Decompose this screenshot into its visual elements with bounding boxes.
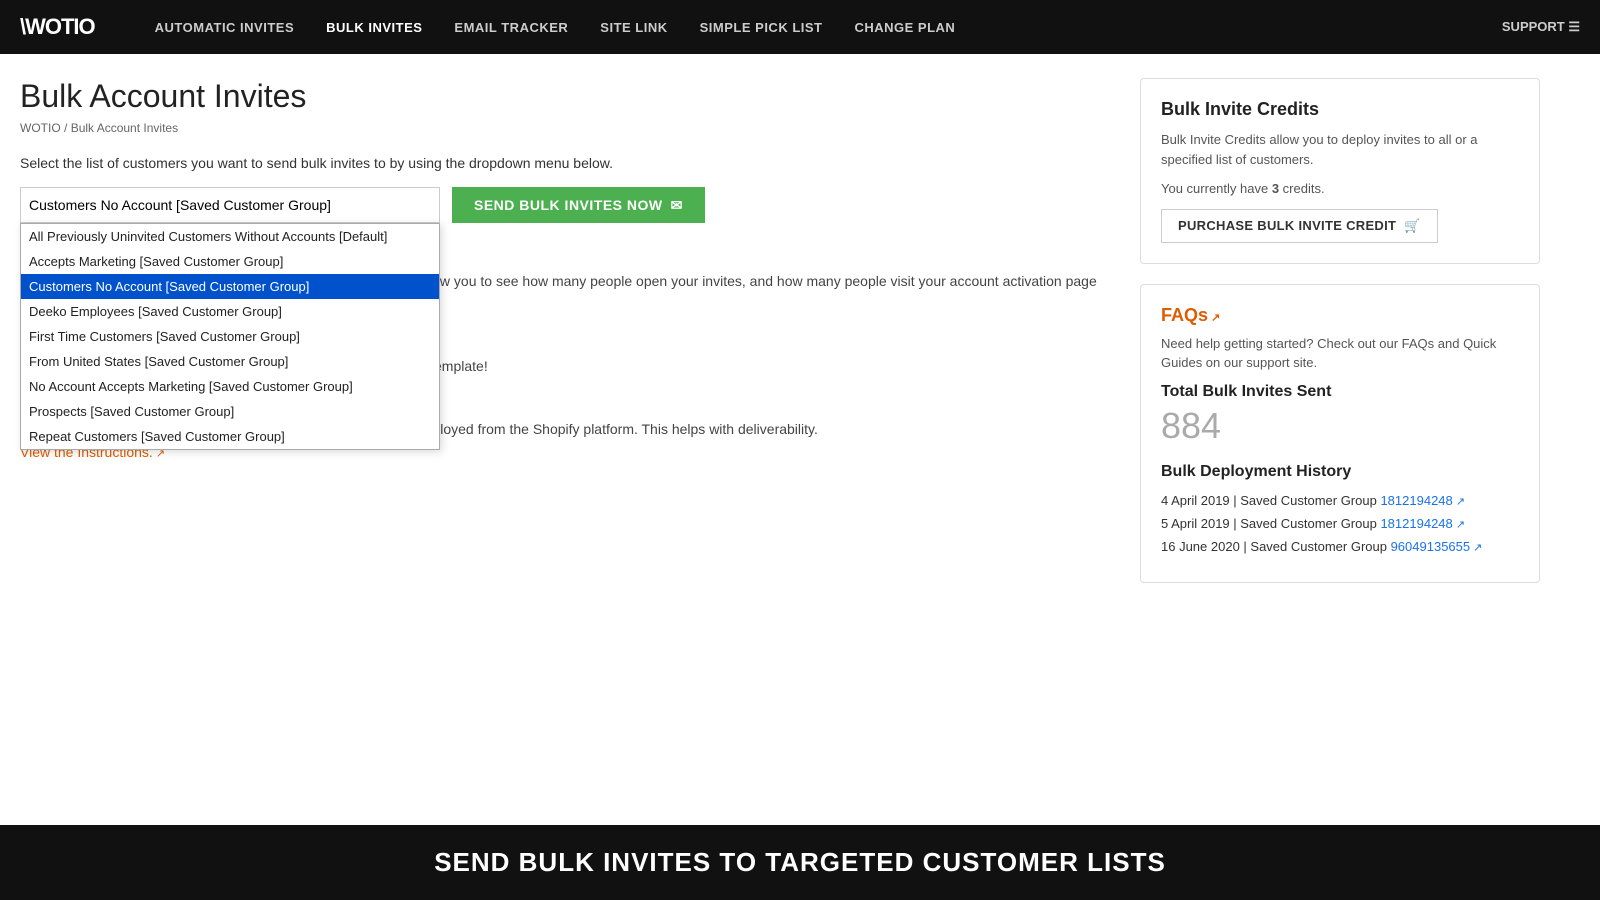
nav-item-email-tracker[interactable]: EMAIL TRACKER — [454, 19, 568, 35]
sidebar: Bulk Invite Credits Bulk Invite Credits … — [1140, 78, 1540, 603]
nav-item-site-link[interactable]: SITE LINK — [600, 19, 667, 35]
description-text: Select the list of customers you want to… — [20, 155, 1110, 171]
navigation: \WOTIO AUTOMATIC INVITES BULK INVITES EM… — [0, 0, 1600, 54]
history-link-2[interactable]: 1812194248 — [1380, 516, 1465, 531]
page-title: Bulk Account Invites — [20, 78, 1110, 115]
dropdown-row: All Previously Uninvited Customers Witho… — [20, 187, 1110, 223]
dropdown-option[interactable]: Repeat Customers [Saved Customer Group] — [21, 424, 439, 449]
dropdown-option[interactable]: No Account Accepts Marketing [Saved Cust… — [21, 374, 439, 399]
credits-desc: Bulk Invite Credits allow you to deploy … — [1161, 130, 1519, 169]
dropdown-option[interactable]: From United States [Saved Customer Group… — [21, 349, 439, 374]
send-btn-label: SEND BULK INVITES NOW — [474, 197, 663, 213]
faqs-link[interactable]: FAQs — [1161, 305, 1220, 325]
nav-item-simple-pick-list[interactable]: SIMPLE PICK LIST — [700, 19, 823, 35]
history-title: Bulk Deployment History — [1161, 463, 1519, 481]
credits-title: Bulk Invite Credits — [1161, 99, 1519, 120]
faqs-card: FAQs Need help getting started? Check ou… — [1140, 284, 1540, 583]
faqs-desc: Need help getting started? Check out our… — [1161, 334, 1519, 373]
nav-item-automatic-invites[interactable]: AUTOMATIC INVITES — [155, 19, 294, 35]
breadcrumb-current: Bulk Account Invites — [71, 121, 178, 135]
dropdown-option[interactable]: First Time Customers [Saved Customer Gro… — [21, 324, 439, 349]
total-label: Total Bulk Invites Sent — [1161, 383, 1519, 401]
credits-count-text: You currently have 3 credits. — [1161, 179, 1519, 199]
nav-item-change-plan[interactable]: CHANGE PLAN — [854, 19, 955, 35]
breadcrumb: WOTIO / Bulk Account Invites — [20, 121, 1110, 135]
dropdown-option[interactable]: Prospects [Saved Customer Group] — [21, 399, 439, 424]
cart-icon: 🛒 — [1404, 218, 1421, 234]
credits-card: Bulk Invite Credits Bulk Invite Credits … — [1140, 78, 1540, 264]
dropdown-open: All Previously Uninvited Customers Witho… — [20, 223, 440, 450]
logo: \WOTIO — [20, 14, 95, 40]
breadcrumb-home[interactable]: WOTIO — [20, 121, 61, 135]
dropdown-option[interactable]: Deeko Employees [Saved Customer Group] — [21, 299, 439, 324]
support-menu[interactable]: SUPPORT ☰ — [1502, 19, 1580, 35]
send-icon: ✉ — [671, 197, 683, 214]
history-link-3[interactable]: 96049135655 — [1391, 539, 1483, 554]
faqs-title: FAQs — [1161, 305, 1519, 326]
history-item-2: 5 April 2019 | Saved Customer Group 1812… — [1161, 516, 1519, 531]
purchase-btn-label: PURCHASE BULK INVITE CREDIT — [1178, 218, 1396, 233]
dropdown-option[interactable]: Accepts Marketing [Saved Customer Group] — [21, 249, 439, 274]
select-wrapper: All Previously Uninvited Customers Witho… — [20, 187, 440, 223]
history-item-1: 4 April 2019 | Saved Customer Group 1812… — [1161, 493, 1519, 508]
history-link-1[interactable]: 1812194248 — [1380, 493, 1465, 508]
history-item-3: 16 June 2020 | Saved Customer Group 9604… — [1161, 539, 1519, 554]
nav-links: AUTOMATIC INVITES BULK INVITES EMAIL TRA… — [155, 19, 956, 35]
purchase-button[interactable]: PURCHASE BULK INVITE CREDIT 🛒 — [1161, 209, 1438, 243]
dropdown-option[interactable]: Customers No Account [Saved Customer Gro… — [21, 274, 439, 299]
dropdown-option[interactable]: All Previously Uninvited Customers Witho… — [21, 224, 439, 249]
footer-banner: SEND BULK INVITES TO TARGETED CUSTOMER L… — [0, 825, 1600, 900]
send-bulk-invites-button[interactable]: SEND BULK INVITES NOW ✉ — [452, 187, 705, 223]
nav-item-bulk-invites[interactable]: BULK INVITES — [326, 19, 422, 35]
total-count: 884 — [1161, 405, 1519, 447]
customer-select[interactable]: All Previously Uninvited Customers Witho… — [20, 187, 440, 223]
credits-number: 3 — [1272, 181, 1279, 196]
main-content: Bulk Account Invites WOTIO / Bulk Accoun… — [20, 78, 1110, 603]
